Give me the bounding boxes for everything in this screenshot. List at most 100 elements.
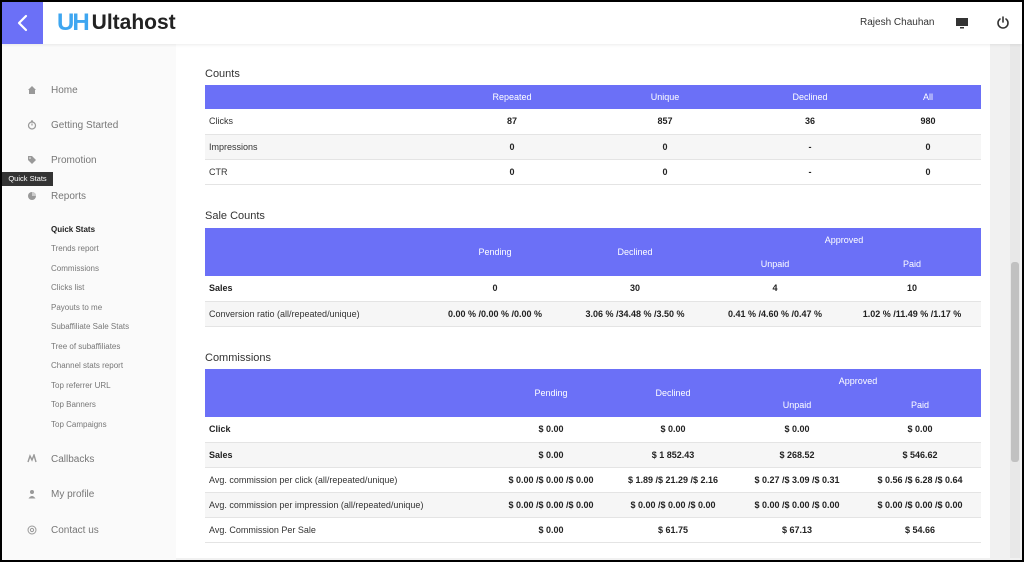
- table-row: CTR 0 0 - 0: [205, 159, 981, 185]
- table-row: Conversion ratio (all/repeated/unique) 0…: [205, 301, 981, 327]
- cell: $ 268.52: [735, 442, 859, 468]
- cell: $ 0.00 /$ 0.00 /$ 0.00: [611, 492, 735, 518]
- row-label: CTR: [205, 159, 439, 185]
- cell: -: [745, 159, 875, 185]
- table-row: Avg. Commission Per Sale $ 0.00 $ 61.75 …: [205, 517, 981, 543]
- sidebar-item-label: Reports: [51, 190, 87, 202]
- comm-header-approved: Approved: [735, 369, 981, 393]
- at-icon: [27, 525, 37, 535]
- logo-mark: UH: [57, 9, 90, 36]
- cell: 36: [745, 109, 875, 135]
- logo-text: Ultahost: [91, 11, 176, 34]
- sidebar-sub-top-referrer-url[interactable]: Top referrer URL: [51, 381, 111, 390]
- sale-header-unpaid: Unpaid: [707, 252, 843, 276]
- sidebar-sub-tree-of-subaffiliates[interactable]: Tree of subaffiliates: [51, 342, 120, 351]
- cell: 0: [585, 134, 745, 160]
- sale-header-approved: Approved: [707, 228, 981, 252]
- cell: 0: [439, 159, 585, 185]
- sidebar-sub-subaffiliate-sale-stats[interactable]: Subaffiliate Sale Stats: [51, 322, 129, 331]
- cell: 4: [707, 276, 843, 302]
- cell: 0.41 % /4.60 % /0.47 %: [707, 301, 843, 327]
- cell: $ 67.13: [735, 517, 859, 543]
- cell: 0: [875, 134, 981, 160]
- sale-counts-table: Pending Declined Approved Unpaid Paid Sa…: [205, 228, 981, 327]
- power-icon[interactable]: [995, 14, 1011, 30]
- cell: $ 546.62: [859, 442, 981, 468]
- cell: 0: [427, 276, 563, 302]
- cell: 0: [585, 159, 745, 185]
- comm-header-unpaid: Unpaid: [735, 393, 859, 417]
- counts-header-unique: Unique: [585, 85, 745, 109]
- table-row: Impressions 0 0 - 0: [205, 134, 981, 160]
- cell: $ 0.56 /$ 6.28 /$ 0.64: [859, 467, 981, 493]
- sidebar-item-label: Callbacks: [51, 453, 95, 465]
- monitor-icon[interactable]: [954, 15, 970, 31]
- sidebar-item-contact-us[interactable]: Contact us: [26, 524, 99, 536]
- sidebar-sub-top-banners[interactable]: Top Banners: [51, 400, 96, 409]
- home-icon: [28, 86, 36, 94]
- sidebar-item-label: My profile: [51, 488, 95, 500]
- cell: 1.02 % /11.49 % /1.17 %: [843, 301, 981, 327]
- cell: $ 54.66: [859, 517, 981, 543]
- logo[interactable]: UH Ultahost: [57, 9, 176, 36]
- cell: 10: [843, 276, 981, 302]
- tag-icon: [28, 156, 36, 164]
- cell: $ 1 852.43: [611, 442, 735, 468]
- counts-header-all: All: [875, 85, 981, 109]
- cell: 980: [875, 109, 981, 135]
- sidebar: Home Getting Started Promotion Reports Q…: [2, 44, 176, 560]
- row-label: Conversion ratio (all/repeated/unique): [205, 301, 427, 327]
- sidebar-sub-commissions[interactable]: Commissions: [51, 264, 99, 273]
- sidebar-item-promotion[interactable]: Promotion: [26, 154, 97, 166]
- sale-header-empty: [205, 228, 427, 276]
- scrollbar-thumb[interactable]: [1011, 262, 1019, 462]
- sidebar-item-callbacks[interactable]: Callbacks: [26, 453, 94, 465]
- cell: $ 0.00: [491, 417, 611, 443]
- cell: 30: [563, 276, 707, 302]
- sidebar-sub-quick-stats[interactable]: Quick Stats: [51, 225, 95, 234]
- back-button[interactable]: [2, 2, 43, 44]
- sidebar-sub-trends-report[interactable]: Trends report: [51, 244, 99, 253]
- cell: 0: [875, 159, 981, 185]
- counts-title: Counts: [205, 68, 240, 80]
- comm-header-paid: Paid: [859, 393, 981, 417]
- sidebar-sub-channel-stats-report[interactable]: Channel stats report: [51, 361, 123, 370]
- comm-header-declined: Declined: [611, 369, 735, 417]
- sale-counts-title: Sale Counts: [205, 210, 265, 222]
- sidebar-item-label: Contact us: [51, 524, 99, 536]
- row-label: Sales: [205, 276, 427, 302]
- comm-header-pending: Pending: [491, 369, 611, 417]
- cell: $ 0.27 /$ 3.09 /$ 0.31: [735, 467, 859, 493]
- cell: $ 0.00 /$ 0.00 /$ 0.00: [735, 492, 859, 518]
- row-label: Avg. commission per click (all/repeated/…: [205, 467, 491, 493]
- sidebar-item-reports[interactable]: Reports: [26, 190, 86, 202]
- cell: $ 0.00 /$ 0.00 /$ 0.00: [859, 492, 981, 518]
- counts-table: Repeated Unique Declined All Clicks 87 8…: [205, 85, 981, 185]
- counts-header-declined: Declined: [745, 85, 875, 109]
- sidebar-item-my-profile[interactable]: My profile: [26, 488, 94, 500]
- sidebar-sub-payouts-to-me[interactable]: Payouts to me: [51, 303, 102, 312]
- commissions-table: Pending Declined Approved Unpaid Paid Cl…: [205, 369, 981, 543]
- sidebar-sub-clicks-list[interactable]: Clicks list: [51, 283, 84, 292]
- sidebar-item-home[interactable]: Home: [26, 84, 78, 96]
- counts-header-repeated: Repeated: [439, 85, 585, 109]
- table-row: Avg. commission per click (all/repeated/…: [205, 467, 981, 493]
- cell: -: [745, 134, 875, 160]
- table-row: Clicks 87 857 36 980: [205, 109, 981, 135]
- user-name[interactable]: Rajesh Chauhan: [860, 17, 935, 28]
- sale-header-declined: Declined: [563, 228, 707, 276]
- callbacks-icon: [27, 454, 37, 463]
- timer-icon: [27, 120, 37, 130]
- commissions-title: Commissions: [205, 352, 272, 364]
- sidebar-item-getting-started[interactable]: Getting Started: [26, 119, 118, 131]
- row-label: Click: [205, 417, 491, 443]
- cell: 87: [439, 109, 585, 135]
- cell: $ 0.00: [491, 442, 611, 468]
- row-label: Impressions: [205, 134, 439, 160]
- cell: $ 0.00: [735, 417, 859, 443]
- sidebar-item-label: Promotion: [51, 154, 97, 166]
- top-bar: UH Ultahost Rajesh Chauhan: [2, 2, 1022, 44]
- cell: $ 1.89 /$ 21.29 /$ 2.16: [611, 467, 735, 493]
- user-icon: [28, 490, 36, 499]
- sidebar-sub-top-campaigns[interactable]: Top Campaigns: [51, 420, 107, 429]
